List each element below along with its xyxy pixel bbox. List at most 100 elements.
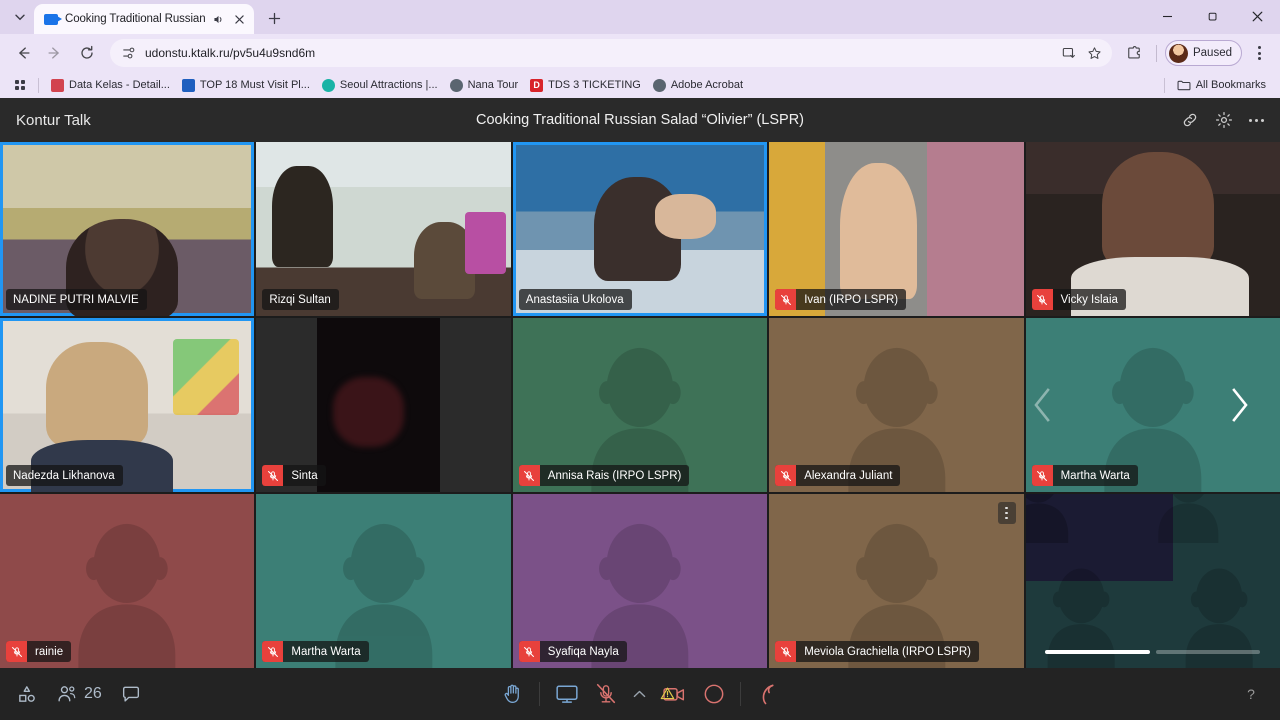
chat-bubble-icon[interactable] [120,683,142,705]
participant-tile[interactable]: Martha Warta [256,494,511,668]
participant-tile[interactable]: Anastasiia Ukolova [512,142,768,316]
speaker-playing-icon[interactable] [212,13,225,26]
microphone-muted-icon [518,465,540,486]
forward-button[interactable] [40,38,70,68]
participant-tile[interactable]: rainie [0,494,255,668]
tile-options-button[interactable] [997,502,1016,524]
participant-tile[interactable]: Vicky Islaia [1025,142,1280,316]
previous-page-button[interactable] [1026,382,1060,428]
participant-name: Sinta [291,469,318,482]
bookmark-label: TDS 3 TICKETING [548,79,641,91]
participant-tile[interactable]: Nadezda Likhanova [0,318,255,492]
participant-name-tag: Martha Warta [262,641,369,662]
apps-grid-icon[interactable] [8,80,32,90]
record-button[interactable] [702,682,726,706]
bookmark-item[interactable]: D TDS 3 TICKETING [524,76,647,95]
participant-name: Nadezda Likhanova [13,469,115,482]
participant-name-tag: Rizqi Sultan [262,289,339,310]
all-bookmarks-label: All Bookmarks [1195,79,1266,91]
bookmark-favicon [181,78,195,92]
participant-tile[interactable]: NADINE PUTRI MALVIE [0,142,255,316]
back-button[interactable] [8,38,38,68]
participant-tile[interactable]: Ivan (IRPO LSPR) [769,142,1024,316]
participant-tile[interactable]: Sinta [256,318,511,492]
minimize-button[interactable] [1145,0,1190,32]
participant-name-tag: Sinta [262,465,326,486]
participants-button[interactable]: 26 [56,683,102,705]
participant-name-tag: Ivan (IRPO LSPR) [775,289,907,310]
next-page-button[interactable] [1222,382,1256,428]
participant-tile[interactable]: Alexandra Juliant [769,318,1024,492]
link-icon[interactable] [1181,111,1199,129]
tab-search-button[interactable] [6,3,34,31]
microphone-muted-icon [518,641,540,662]
bookmark-label: Data Kelas - Detail... [69,79,170,91]
app-brand: Kontur Talk [16,111,91,129]
participant-tile-next-page[interactable] [1025,494,1280,668]
participant-tile[interactable]: Syafiqa Nayla [512,494,768,668]
avatar [1168,43,1188,63]
layout-shapes-icon[interactable] [16,683,38,705]
bookmark-item[interactable]: Seoul Attractions |... [316,76,444,95]
all-bookmarks-button[interactable]: All Bookmarks [1171,76,1272,95]
kontur-talk-app: Kontur Talk Cooking Traditional Russian … [0,98,1280,720]
bookmark-item[interactable]: Data Kelas - Detail... [45,76,176,95]
participant-name: Martha Warta [1060,469,1130,482]
bookmark-label: TOP 18 Must Visit Pl... [199,79,310,91]
maximize-button[interactable] [1190,0,1235,32]
meeting-title: Cooking Traditional Russian Salad “Olivi… [476,112,804,128]
close-window-button[interactable] [1235,0,1280,32]
microphone-muted-icon [1031,465,1053,486]
browser-toolbar: udonstu.ktalk.ru/pv5u4u9snd6m Paused [0,34,1280,72]
extensions-icon[interactable] [1120,39,1148,67]
help-button[interactable]: ? [1238,681,1264,707]
reload-button[interactable] [72,38,102,68]
participant-name-tag: Syafiqa Nayla [518,641,627,662]
participant-name: Anastasiia Ukolova [525,293,624,306]
microphone-muted-icon [6,641,27,662]
install-app-icon[interactable] [1062,46,1077,61]
bookmark-favicon: D [530,78,544,92]
raise-hand-button[interactable] [501,682,525,706]
profile-button[interactable]: Paused [1164,40,1242,66]
app-header: Kontur Talk Cooking Traditional Russian … [0,98,1280,142]
bookmark-item[interactable]: TOP 18 Must Visit Pl... [176,76,316,95]
participant-name: rainie [35,645,64,658]
star-icon[interactable] [1087,46,1102,61]
address-bar[interactable]: udonstu.ktalk.ru/pv5u4u9snd6m [110,39,1112,67]
participant-name: Alexandra Juliant [804,469,893,482]
participant-name-tag: Vicky Islaia [1031,289,1126,310]
microphone-muted-icon [1031,289,1053,310]
new-tab-button[interactable] [260,4,288,32]
participant-tile[interactable]: Meviola Grachiella (IRPO LSPR) [769,494,1024,668]
page-settings-icon[interactable] [122,46,136,60]
participant-name: Annisa Rais (IRPO LSPR) [547,469,682,482]
end-call-button[interactable] [755,682,780,707]
bookmark-item[interactable]: Adobe Acrobat [647,76,749,95]
gear-icon[interactable] [1215,111,1233,129]
camera-button[interactable] [660,681,688,708]
participant-tile[interactable]: Rizqi Sultan [256,142,511,316]
browser-tab[interactable]: Cooking Traditional Russian [34,4,254,34]
microphone-button[interactable] [594,682,618,706]
participant-name-tag: Anastasiia Ukolova [518,289,632,310]
window-controls [1145,0,1280,32]
bookmark-label: Nana Tour [467,79,519,91]
mic-options-button[interactable] [632,687,647,702]
bookmark-item[interactable]: Nana Tour [444,76,525,95]
warning-triangle-icon [660,686,675,701]
page-dot[interactable] [1155,650,1260,654]
three-dot-menu-icon[interactable] [1249,118,1264,122]
page-indicator[interactable] [1045,650,1260,654]
page-dot-active[interactable] [1045,650,1150,654]
tab-title: Cooking Traditional Russian [65,13,205,25]
three-dot-menu-icon[interactable] [1246,39,1272,67]
microphone-muted-icon [775,641,797,662]
avatar-placeholder-icon [1026,539,1153,668]
participant-tile[interactable]: Annisa Rais (IRPO LSPR) [512,318,768,492]
close-icon[interactable] [232,12,247,27]
bookmarks-bar: Data Kelas - Detail... TOP 18 Must Visit… [0,72,1280,98]
share-screen-button[interactable] [554,681,580,707]
participant-name: Rizqi Sultan [269,293,331,306]
participant-name: Syafiqa Nayla [547,645,619,658]
